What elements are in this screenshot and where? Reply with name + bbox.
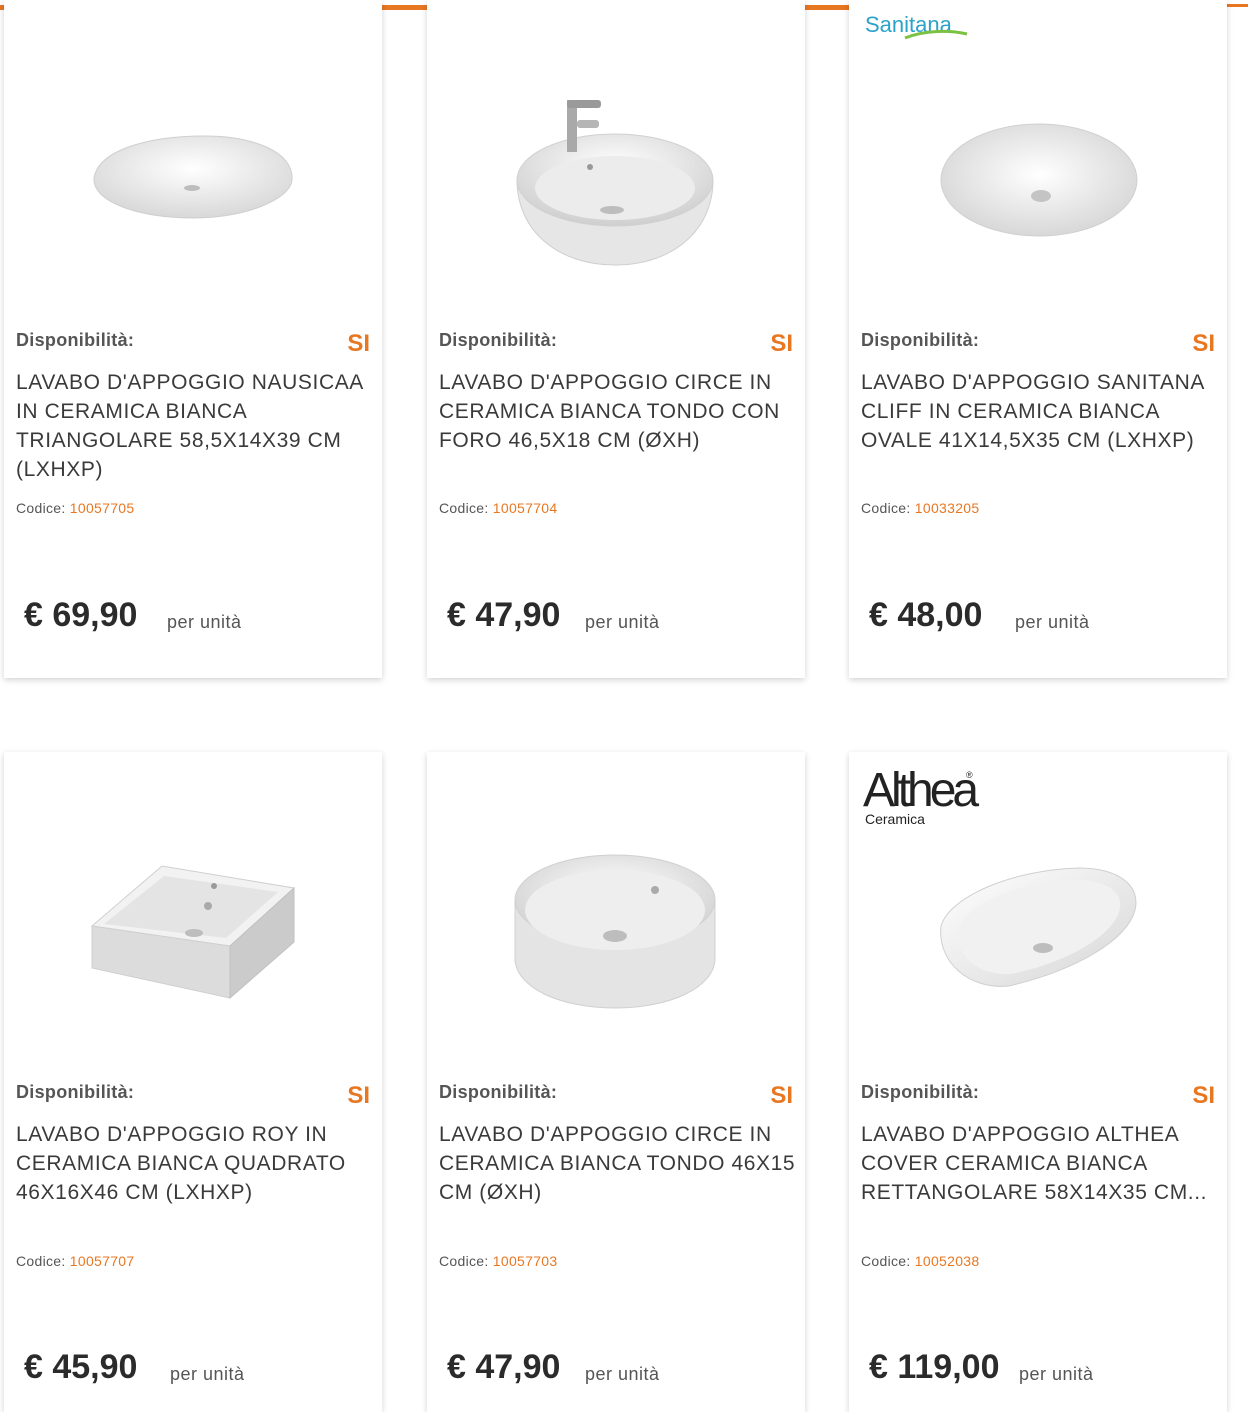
code-value: 10057705	[69, 500, 135, 516]
price-unit: per unità	[1019, 1364, 1094, 1384]
product-price: € 69,90	[24, 596, 138, 634]
code-label: Codice:	[861, 1253, 911, 1269]
product-price: € 119,00	[869, 1348, 1000, 1386]
product-title[interactable]: LAVABO D'APPOGGIO ALTHEA COVER CERAMICA …	[861, 1120, 1221, 1207]
price-unit: per unità	[167, 612, 242, 632]
product-card[interactable]: Disponibilità: SI LAVABO D'APPOGGIO NAUS…	[4, 0, 382, 678]
price-unit: per unità	[1015, 612, 1090, 632]
code-value: 10052038	[914, 1253, 980, 1269]
availability-label: Disponibilità:	[439, 1082, 558, 1102]
code-value: 10057703	[492, 1253, 558, 1269]
product-title[interactable]: LAVABO D'APPOGGIO ROY IN CERAMICA BIANCA…	[16, 1120, 376, 1207]
product-title[interactable]: LAVABO D'APPOGGIO CIRCE IN CERAMICA BIAN…	[439, 368, 799, 455]
svg-text:Sanitana: Sanitana	[865, 12, 953, 37]
svg-text:Althea: Althea	[863, 764, 979, 817]
product-card[interactable]: Althea ® Ceramica Disponibilità: SI LAVA…	[849, 752, 1227, 1412]
code-label: Codice:	[861, 500, 911, 516]
code-label: Codice:	[439, 500, 489, 516]
code-label: Codice:	[16, 1253, 66, 1269]
availability-value: SI	[347, 1082, 370, 1109]
product-image[interactable]	[4, 100, 382, 250]
availability-label: Disponibilità:	[16, 1082, 135, 1102]
product-image[interactable]	[849, 858, 1227, 998]
product-code: Codice: 10057705	[16, 500, 134, 516]
availability-label: Disponibilità:	[861, 330, 980, 350]
product-title[interactable]: LAVABO D'APPOGGIO CIRCE IN CERAMICA BIAN…	[439, 1120, 799, 1207]
product-card[interactable]: Disponibilità: SI LAVABO D'APPOGGIO ROY …	[4, 752, 382, 1412]
price-unit: per unità	[585, 612, 660, 632]
product-code: Codice: 10057703	[439, 1253, 557, 1269]
product-card[interactable]: Sanitana Disponibilità: SI LAVABO D'APPO…	[849, 0, 1227, 678]
svg-text:Ceramica: Ceramica	[865, 811, 925, 827]
availability-label: Disponibilità:	[861, 1082, 980, 1102]
availability-value: SI	[1192, 330, 1215, 357]
availability-label: Disponibilità:	[439, 330, 558, 350]
price-unit: per unità	[170, 1364, 245, 1384]
product-price: € 47,90	[447, 1348, 561, 1386]
code-value: 10057704	[492, 500, 558, 516]
availability-value: SI	[347, 330, 370, 357]
product-title[interactable]: LAVABO D'APPOGGIO NAUSICAA IN CERAMICA B…	[16, 368, 376, 484]
product-code: Codice: 10033205	[861, 500, 979, 516]
product-card[interactable]: Disponibilità: SI LAVABO D'APPOGGIO CIRC…	[427, 0, 805, 678]
code-label: Codice:	[439, 1253, 489, 1269]
product-image[interactable]	[849, 110, 1227, 250]
price-unit: per unità	[585, 1364, 660, 1384]
product-image[interactable]	[4, 858, 382, 1008]
product-image[interactable]	[427, 848, 805, 1013]
availability-value: SI	[770, 330, 793, 357]
product-code: Codice: 10057704	[439, 500, 557, 516]
availability-label: Disponibilità:	[16, 330, 135, 350]
code-value: 10057707	[69, 1253, 135, 1269]
code-label: Codice:	[16, 500, 66, 516]
althea-ceramica-logo: Althea ® Ceramica	[863, 764, 983, 827]
product-code: Codice: 10052038	[861, 1253, 979, 1269]
svg-text:®: ®	[966, 770, 973, 780]
product-title[interactable]: LAVABO D'APPOGGIO SANITANA CLIFF IN CERA…	[861, 368, 1221, 455]
product-image[interactable]	[427, 90, 805, 270]
availability-value: SI	[1192, 1082, 1215, 1109]
product-card[interactable]: Disponibilità: SI LAVABO D'APPOGGIO CIRC…	[427, 752, 805, 1412]
product-code: Codice: 10057707	[16, 1253, 134, 1269]
availability-value: SI	[770, 1082, 793, 1109]
product-price: € 45,90	[24, 1348, 138, 1386]
product-price: € 47,90	[447, 596, 561, 634]
product-price: € 48,00	[869, 596, 983, 634]
sanitana-logo: Sanitana	[865, 12, 968, 40]
code-value: 10033205	[914, 500, 980, 516]
